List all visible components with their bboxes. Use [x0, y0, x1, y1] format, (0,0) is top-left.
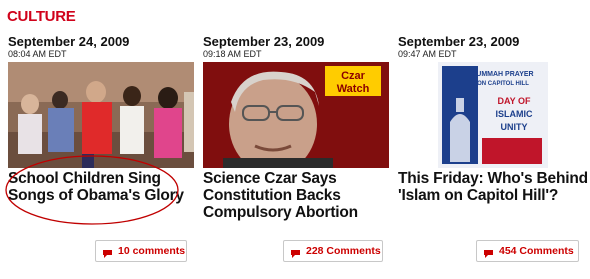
article-card: September 23, 2009 09:47 AM EDT JUMMAH P… — [398, 34, 588, 204]
islam-capitol-poster: JUMMAH PRAYER ON CAPITOL HILL DAY OF ISL… — [398, 62, 584, 168]
article-thumbnail[interactable] — [8, 62, 194, 168]
article-headline[interactable]: School Children Sing Songs of Obama's Gl… — [8, 170, 198, 204]
article-thumbnail[interactable]: JUMMAH PRAYER ON CAPITOL HILL DAY OF ISL… — [398, 62, 584, 168]
article-headline[interactable]: This Friday: Who's Behind 'Islam on Capi… — [398, 170, 588, 204]
science-czar-photo: Czar Watch — [203, 62, 389, 168]
article-date: September 23, 2009 — [398, 34, 520, 49]
article-card: September 23, 2009 09:18 AM EDT Czar Wat… — [203, 34, 393, 221]
article-headline[interactable]: Science Czar Says Constitution Backs Com… — [203, 170, 393, 221]
poster-text-4: ISLAMIC — [496, 109, 533, 119]
comments-count: 454 Comments — [499, 245, 574, 257]
speech-bubble-icon — [102, 246, 113, 258]
speech-bubble-icon — [290, 246, 301, 258]
article-card: September 24, 2009 08:04 AM EDT School C… — [8, 34, 198, 204]
poster-text-2: ON CAPITOL HILL — [477, 81, 529, 87]
comments-count: 10 comments — [118, 245, 186, 257]
children-photo — [8, 62, 194, 168]
czar-watch-badge-line1: Czar — [341, 70, 366, 82]
article-time: 08:04 AM EDT — [8, 49, 67, 59]
article-date: September 23, 2009 — [203, 34, 325, 49]
article-time: 09:18 AM EDT — [203, 49, 262, 59]
comments-button[interactable]: 228 Comments — [283, 240, 383, 262]
comments-button[interactable]: 454 Comments — [476, 240, 579, 262]
section-title: CULTURE — [7, 8, 76, 25]
speech-bubble-icon — [483, 246, 494, 258]
poster-text-3: DAY OF — [497, 96, 531, 106]
comments-button[interactable]: 10 comments — [95, 240, 187, 262]
czar-watch-badge-line2: Watch — [337, 83, 370, 95]
article-thumbnail[interactable]: Czar Watch — [203, 62, 389, 168]
article-date: September 24, 2009 — [8, 34, 130, 49]
poster-text-5: UNITY — [501, 122, 528, 132]
comments-count: 228 Comments — [306, 245, 381, 257]
poster-text-1: JUMMAH PRAYER — [472, 71, 533, 78]
article-time: 09:47 AM EDT — [398, 49, 457, 59]
